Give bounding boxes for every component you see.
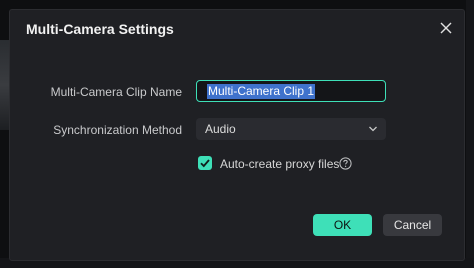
dialog-title: Multi-Camera Settings (26, 21, 174, 37)
checkmark-icon (200, 159, 210, 168)
auto-create-proxy-checkbox[interactable] (198, 156, 212, 170)
clip-name-input[interactable]: Multi-Camera Clip 1 (196, 80, 386, 102)
chevron-down-icon (369, 126, 377, 132)
close-button[interactable] (438, 20, 454, 36)
question-circle-icon[interactable] (339, 157, 352, 170)
ok-button[interactable]: OK (313, 214, 372, 236)
background-content-right (466, 0, 474, 268)
cancel-button[interactable]: Cancel (383, 214, 442, 236)
close-icon (440, 22, 452, 34)
clip-name-selected-text: Multi-Camera Clip 1 (207, 84, 316, 99)
auto-create-proxy-label: Auto-create proxy files (220, 157, 340, 171)
sync-method-dropdown[interactable]: Audio (196, 118, 386, 140)
sync-method-label: Synchronization Method (53, 123, 182, 137)
clip-name-label: Multi-Camera Clip Name (50, 85, 182, 99)
multi-camera-settings-dialog: Multi-Camera Settings Multi-Camera Clip … (9, 9, 465, 261)
sync-method-value: Audio (205, 122, 236, 136)
